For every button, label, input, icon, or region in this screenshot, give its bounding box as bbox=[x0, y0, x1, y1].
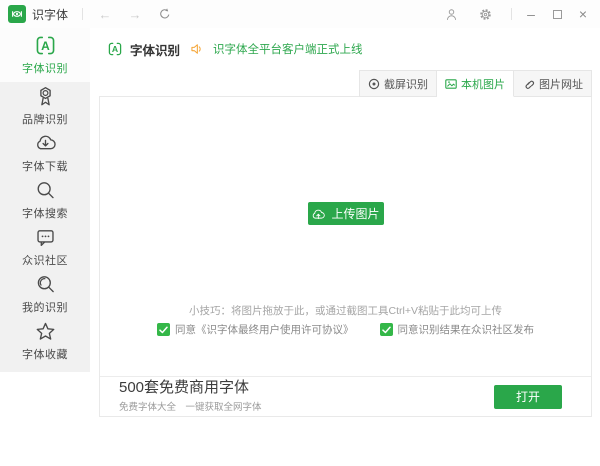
promo-title: 500套免费商用字体 bbox=[119, 379, 250, 397]
agreement-label[interactable]: 同意《识字体最终用户使用许可协议》 bbox=[175, 322, 354, 337]
sidebar-item-label: 我的识别 bbox=[22, 301, 68, 314]
sidebar-item-my-recognition[interactable]: 我的识别 bbox=[0, 270, 90, 317]
upload-tip: 小技巧：将图片拖放于此，或通过截图工具Ctrl+V粘贴于此均可上传 bbox=[189, 305, 502, 317]
sidebar-item-community[interactable]: 众识社区 bbox=[0, 223, 90, 270]
app-window: 识字体 ← → – × A 字体识别 品牌识别 字体下载 字体搜索 众识社区 我… bbox=[0, 0, 600, 466]
community-publish-checkbox[interactable] bbox=[379, 323, 393, 336]
sidebar-item-font-download[interactable]: 字体下载 bbox=[0, 129, 90, 176]
titlebar-divider-2 bbox=[511, 8, 512, 20]
sidebar-item-font-favorites[interactable]: 字体收藏 bbox=[0, 317, 90, 364]
agreement-community-publish[interactable]: 同意识别结果在众识社区发布 bbox=[379, 322, 535, 337]
tab-screen-capture[interactable]: 截屏识别 bbox=[359, 70, 437, 97]
titlebar: 识字体 ← → – × bbox=[0, 0, 600, 28]
forward-button[interactable]: → bbox=[127, 6, 143, 22]
tab-label: 本机图片 bbox=[461, 78, 505, 91]
screen-capture-icon bbox=[368, 78, 380, 89]
agreement-label[interactable]: 同意识别结果在众识社区发布 bbox=[398, 322, 535, 337]
maximize-icon bbox=[552, 9, 562, 19]
sidebar-item-label: 字体下载 bbox=[22, 160, 68, 173]
upload-panel: 上传图片 小技巧：将图片拖放于此，或通过截图工具Ctrl+V粘贴于此均可上传 同… bbox=[99, 96, 592, 417]
app-title: 识字体 bbox=[32, 7, 69, 22]
agreement-license[interactable]: 同意《识字体最终用户使用许可协议》 bbox=[157, 322, 354, 337]
sidebar-item-label: 字体收藏 bbox=[22, 348, 68, 361]
sidebar-item-label: 字体识别 bbox=[22, 63, 68, 75]
minimize-button[interactable]: – bbox=[518, 0, 544, 28]
cloud-upload-icon bbox=[313, 209, 326, 219]
sidebar-item-label: 众识社区 bbox=[22, 254, 68, 267]
tab-label: 截屏识别 bbox=[384, 78, 428, 91]
tab-local-image[interactable]: 本机图片 bbox=[437, 70, 514, 97]
agreements-row: 同意《识字体最终用户使用许可协议》 同意识别结果在众识社区发布 bbox=[100, 322, 591, 337]
tab-image-url[interactable]: 图片网址 bbox=[514, 70, 592, 97]
user-button[interactable] bbox=[443, 6, 459, 22]
promo-subtitle: 免费字体大全 一键获取全网字体 bbox=[119, 401, 262, 413]
font-recognition-icon: A bbox=[36, 36, 54, 55]
upload-image-button[interactable]: 上传图片 bbox=[307, 202, 384, 225]
main-content: A 字体识别 识字体全平台客户端正式上线 截屏识别 本机图片 图片网址 上传图片… bbox=[90, 28, 600, 466]
page-title: 字体识别 bbox=[130, 43, 181, 58]
settings-button[interactable] bbox=[477, 6, 493, 22]
back-button[interactable]: ← bbox=[97, 6, 113, 22]
local-image-icon bbox=[445, 78, 457, 89]
upload-dropzone[interactable]: 上传图片 小技巧：将图片拖放于此，或通过截图工具Ctrl+V粘贴于此均可上传 同… bbox=[100, 97, 591, 376]
refresh-button[interactable] bbox=[157, 6, 173, 22]
sidebar: A 字体识别 品牌识别 字体下载 字体搜索 众识社区 我的识别 字体收藏 bbox=[0, 28, 90, 466]
font-favorites-icon bbox=[36, 322, 54, 340]
sidebar-item-label: 品牌识别 bbox=[22, 113, 68, 126]
tab-label: 图片网址 bbox=[539, 78, 583, 91]
app-logo-icon bbox=[8, 5, 26, 23]
user-icon bbox=[446, 8, 456, 20]
close-button[interactable]: × bbox=[570, 0, 596, 28]
svg-text:A: A bbox=[112, 44, 119, 54]
refresh-icon bbox=[160, 8, 170, 19]
page-title-icon: A bbox=[108, 42, 122, 56]
font-search-icon bbox=[37, 181, 54, 198]
check-icon bbox=[381, 326, 391, 333]
titlebar-divider bbox=[82, 8, 84, 20]
content-header: A 字体识别 识字体全平台客户端正式上线 bbox=[90, 28, 600, 70]
image-url-icon bbox=[525, 80, 535, 89]
font-download-icon bbox=[36, 135, 56, 149]
speaker-icon bbox=[191, 44, 201, 54]
sidebar-item-font-search[interactable]: 字体搜索 bbox=[0, 176, 90, 223]
license-checkbox[interactable] bbox=[157, 323, 170, 336]
announcement-text[interactable]: 识字体全平台客户端正式上线 bbox=[213, 41, 363, 57]
promo-text: 500套免费商用字体 免费字体大全 一键获取全网字体 bbox=[119, 380, 262, 413]
source-tabs: 截屏识别 本机图片 图片网址 bbox=[359, 70, 592, 97]
my-recognition-icon bbox=[37, 275, 54, 292]
promo-banner: 500套免费商用字体 免费字体大全 一键获取全网字体 打开 bbox=[100, 376, 591, 416]
sidebar-menu: A 字体识别 品牌识别 字体下载 字体搜索 众识社区 我的识别 字体收藏 bbox=[0, 28, 90, 372]
gear-icon bbox=[479, 8, 491, 20]
brand-recognition-icon bbox=[39, 86, 51, 105]
sidebar-item-font-recognition[interactable]: A 字体识别 bbox=[0, 28, 90, 82]
check-icon bbox=[159, 326, 168, 333]
svg-text:A: A bbox=[41, 39, 50, 53]
maximize-button[interactable] bbox=[544, 0, 570, 28]
community-icon bbox=[36, 229, 54, 246]
sidebar-item-label: 字体搜索 bbox=[22, 207, 68, 220]
sidebar-item-brand-recognition[interactable]: 品牌识别 bbox=[0, 82, 90, 129]
upload-button-label: 上传图片 bbox=[331, 207, 380, 221]
open-button[interactable]: 打开 bbox=[494, 384, 562, 409]
